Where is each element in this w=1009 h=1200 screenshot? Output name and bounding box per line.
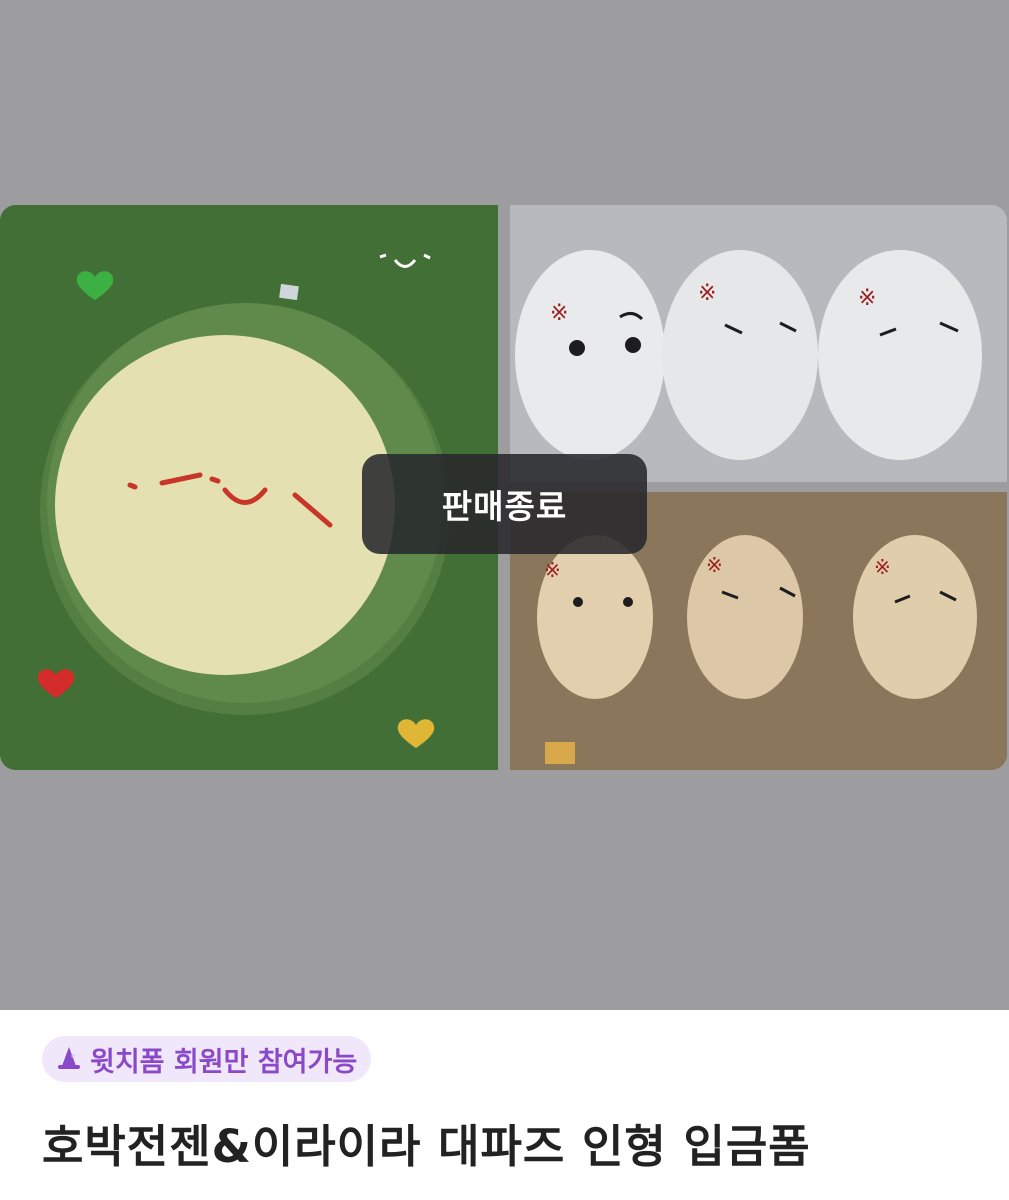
sale-ended-label: 판매종료 [441,487,568,526]
svg-text:※: ※ [544,558,561,582]
members-only-badge: 윗치폼 회원만 참여가능 [42,1036,372,1082]
svg-text:※: ※ [706,553,723,577]
svg-text:※: ※ [874,555,891,579]
svg-text:※: ※ [858,286,876,311]
white-dolls-photo: ※ ※ ※ [510,205,1007,482]
members-only-label: 윗치폼 회원만 참여가능 [90,1046,358,1078]
product-title: 호박전젠&이라이라 대파즈 인형 입금폼 [42,1120,811,1173]
svg-text:※: ※ [698,281,716,306]
svg-text:※: ※ [550,301,568,326]
sale-ended-badge: 판매종료 [362,454,647,554]
product-image-area[interactable]: ※ ※ ※ ※ ※ ※ 판매종료 [0,0,1009,1010]
witch-hat-icon [58,1047,80,1069]
